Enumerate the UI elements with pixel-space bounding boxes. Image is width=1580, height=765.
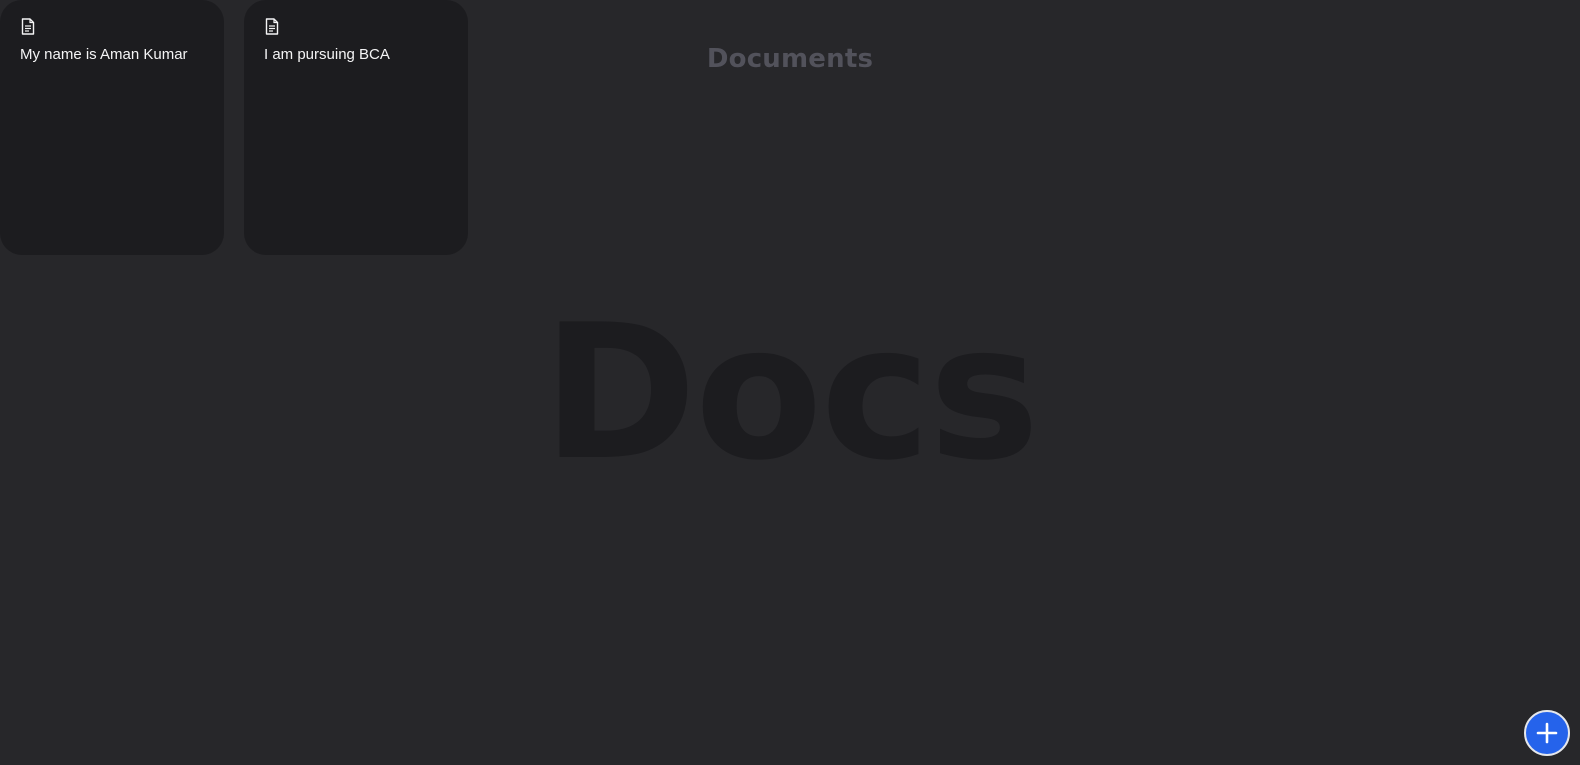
document-card[interactable]: I am pursuing BCA: [244, 0, 468, 255]
background-watermark: Docs: [542, 284, 1039, 501]
document-text: My name is Aman Kumar: [20, 46, 188, 63]
app-root: Docs Documents My name is Aman Kumar I a…: [0, 0, 1580, 765]
document-text: I am pursuing BCA: [264, 46, 390, 63]
document-icon: [265, 18, 279, 35]
page-title: Documents: [706, 44, 874, 74]
plus-icon: [1536, 722, 1558, 744]
add-document-button[interactable]: [1524, 710, 1570, 756]
document-card[interactable]: My name is Aman Kumar: [0, 0, 224, 255]
document-icon: [21, 18, 35, 35]
